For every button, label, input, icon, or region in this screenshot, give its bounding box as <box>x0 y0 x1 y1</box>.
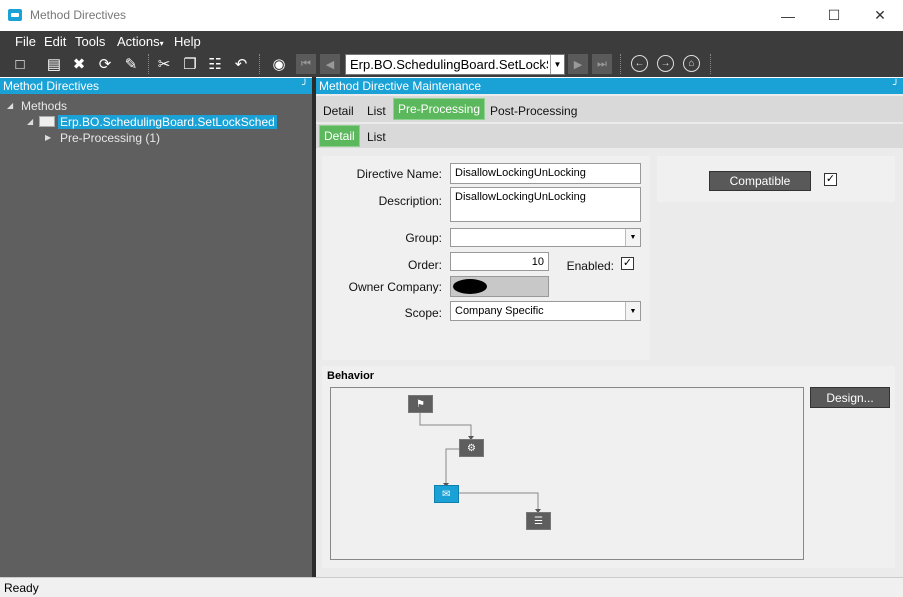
toolbar-separator <box>620 54 621 74</box>
description-label: Description: <box>378 194 442 208</box>
tree-item-method[interactable]: Erp.BO.SchedulingBoard.SetLockSched <box>58 115 277 129</box>
next-record-icon[interactable]: ▶ <box>568 54 588 74</box>
app-icon <box>8 9 22 21</box>
minimize-button[interactable]: — <box>765 0 811 31</box>
behavior-label: Behavior <box>327 370 375 382</box>
enabled-label: Enabled: <box>566 259 614 273</box>
menu-edit[interactable]: Edit <box>44 34 66 49</box>
tab-detail[interactable]: Detail <box>323 104 354 118</box>
enabled-checkbox[interactable]: ✓ <box>621 257 634 270</box>
first-record-icon[interactable]: ⏮ <box>296 54 316 74</box>
tree-item-pre-processing[interactable]: Pre-Processing (1) <box>60 131 160 145</box>
owner-company-label: Owner Company: <box>348 280 442 294</box>
maximize-button[interactable]: ☐ <box>811 0 857 31</box>
menu-file[interactable]: File <box>15 34 36 49</box>
chevron-down-icon[interactable]: ▼ <box>625 229 640 246</box>
subtab-list[interactable]: List <box>367 130 386 144</box>
directive-name-label: Directive Name: <box>356 167 442 181</box>
folder-icon <box>39 116 55 127</box>
pin-icon[interactable]: ╯ <box>893 78 899 94</box>
group-select[interactable]: ▼ <box>450 228 641 247</box>
order-label: Order: <box>407 258 442 272</box>
menu-actions[interactable]: Actions▾ <box>117 34 164 49</box>
condition-node-icon[interactable]: ⚙ <box>459 439 484 457</box>
status-text: Ready <box>4 581 39 595</box>
method-combo[interactable]: Erp.BO.SchedulingBoard.SetLockSc ▼ <box>345 54 565 75</box>
exception-node-icon[interactable]: ✉ <box>434 485 459 503</box>
home-icon[interactable]: ⌂ <box>683 55 700 72</box>
new-icon[interactable]: □ <box>10 54 30 74</box>
start-node-icon[interactable]: ⚑ <box>408 395 433 413</box>
subtab-detail[interactable]: Detail <box>319 125 360 147</box>
tree-root-methods[interactable]: Methods <box>21 99 67 113</box>
search-icon[interactable]: ◉ <box>269 54 289 74</box>
back-icon[interactable]: ← <box>631 55 648 72</box>
last-record-icon[interactable]: ⏭ <box>592 54 612 74</box>
clear-icon[interactable]: ✎ <box>121 54 141 74</box>
collapse-icon[interactable]: ◢ <box>27 117 33 126</box>
tab-pre-processing[interactable]: Pre-Processing <box>393 98 486 120</box>
method-tree <box>0 94 312 577</box>
close-button[interactable]: ✕ <box>857 0 903 31</box>
save-icon[interactable]: ▤ <box>44 54 64 74</box>
copy-icon[interactable]: ❐ <box>180 54 200 74</box>
window-title: Method Directives <box>30 8 127 22</box>
chevron-down-icon[interactable]: ▼ <box>550 55 564 74</box>
left-panel-header: Method Directives ╯ <box>0 78 312 94</box>
sub-tab-row <box>316 124 903 148</box>
compatible-checkbox[interactable]: ✓ <box>824 173 837 186</box>
menu-bar: File Edit Tools Actions▾ Help <box>0 31 903 51</box>
workflow-connectors <box>419 413 541 513</box>
refresh-icon[interactable]: ⟳ <box>95 54 115 74</box>
chevron-down-icon[interactable]: ▼ <box>625 302 640 320</box>
right-panel-header: Method Directive Maintenance ╯ <box>316 78 903 94</box>
scope-select[interactable]: Company Specific ▼ <box>450 301 641 321</box>
redaction-mark <box>453 279 487 294</box>
pin-icon[interactable]: ╯ <box>302 78 308 94</box>
tab-list[interactable]: List <box>367 104 386 118</box>
expand-icon[interactable]: ▶ <box>45 133 51 142</box>
paste-icon[interactable]: ☷ <box>205 54 225 74</box>
delete-icon[interactable]: ✖ <box>69 54 89 74</box>
design-button[interactable]: Design... <box>810 387 890 408</box>
directive-name-field[interactable]: DisallowLockingUnLocking <box>450 163 641 184</box>
menu-help[interactable]: Help <box>174 34 201 49</box>
group-label: Group: <box>405 231 442 245</box>
action-node-icon[interactable]: ☰ <box>526 512 551 530</box>
title-bar: Method Directives — ☐ ✕ <box>0 0 903 31</box>
toolbar-separator <box>710 54 711 74</box>
order-field[interactable]: 10 <box>450 252 549 271</box>
forward-icon[interactable]: → <box>657 55 674 72</box>
compatible-button[interactable]: Compatible <box>709 171 811 191</box>
cut-icon[interactable]: ✂ <box>154 54 174 74</box>
toolbar-separator <box>148 54 149 74</box>
toolbar-separator <box>259 54 260 74</box>
undo-icon[interactable]: ↶ <box>231 54 251 74</box>
previous-record-icon[interactable]: ◀ <box>320 54 340 74</box>
scope-label: Scope: <box>404 306 442 320</box>
menu-tools[interactable]: Tools <box>75 34 105 49</box>
behavior-diagram[interactable]: ⚑ ⚙ ✉ ☰ <box>330 387 804 560</box>
description-field[interactable]: DisallowLockingUnLocking <box>450 187 641 222</box>
collapse-icon[interactable]: ◢ <box>7 101 13 110</box>
status-bar: Ready <box>0 577 903 597</box>
tab-post-processing[interactable]: Post-Processing <box>490 104 577 118</box>
